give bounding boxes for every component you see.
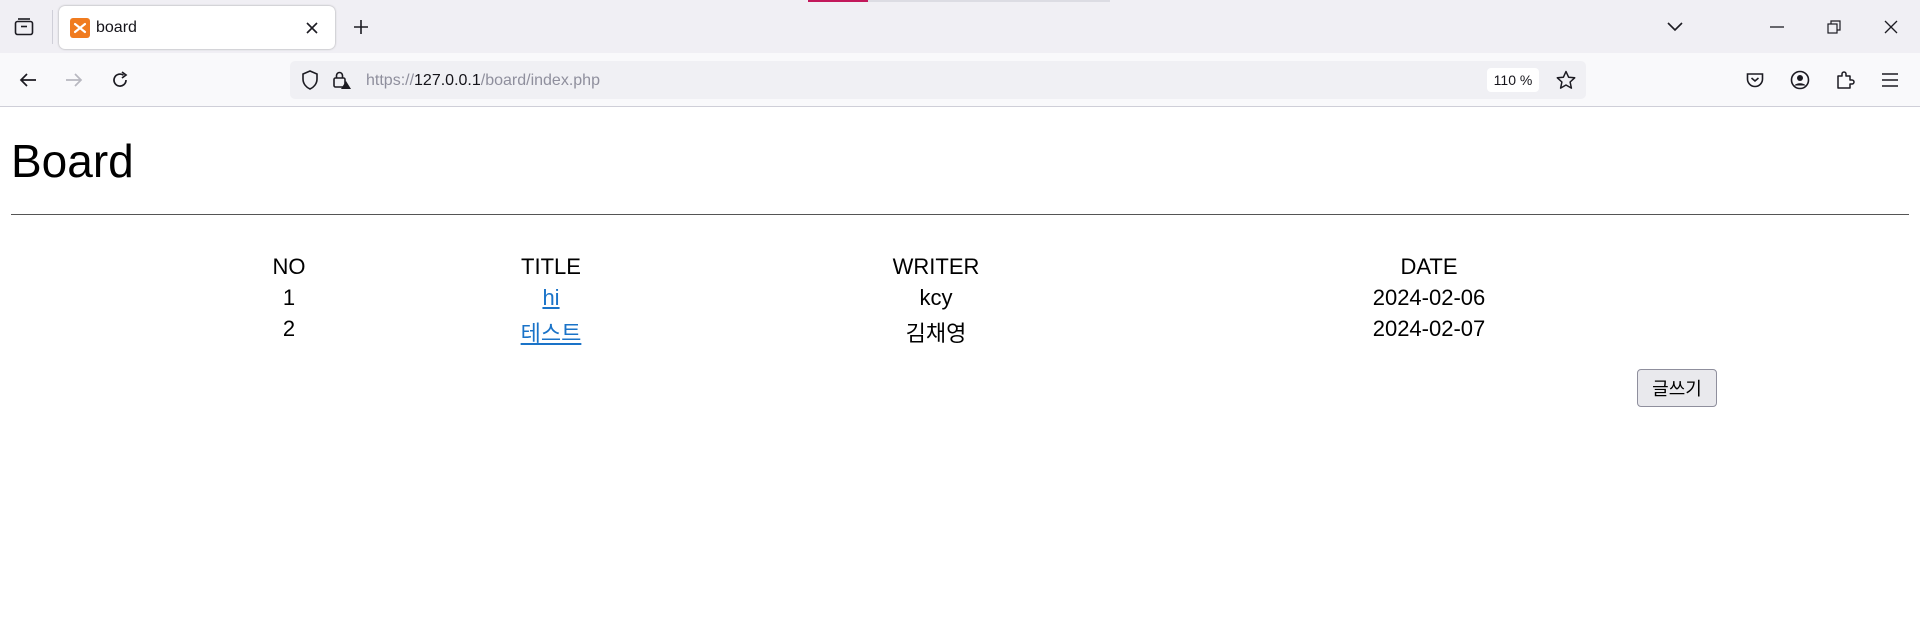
url-text[interactable]: https://127.0.0.1/board/index.php	[366, 71, 600, 91]
lock-icon[interactable]	[330, 68, 354, 92]
tab-close-icon[interactable]	[299, 15, 325, 41]
loading-indicator	[808, 0, 868, 2]
divider	[11, 214, 1909, 215]
url-scheme: https://	[366, 72, 415, 89]
zoom-indicator[interactable]: 110 %	[1487, 68, 1539, 92]
cell-title: 테스트	[491, 316, 611, 348]
tab-separator	[52, 10, 53, 44]
cell-title: hi	[491, 285, 611, 311]
restore-icon[interactable]	[1820, 13, 1848, 41]
tab-board[interactable]: board	[59, 6, 335, 49]
minimize-icon[interactable]	[1763, 13, 1791, 41]
url-path: /board/index.php	[480, 72, 600, 89]
new-tab-icon[interactable]	[347, 13, 375, 41]
page-content: Board NO TITLE WRITER DATE 1 hi kcy 2024…	[0, 107, 1920, 642]
header-writer: WRITER	[892, 254, 980, 279]
tab-strip-divider	[868, 0, 1110, 2]
menu-icon[interactable]	[1876, 66, 1904, 94]
write-button[interactable]: 글쓰기	[1637, 369, 1717, 407]
back-arrow-icon[interactable]	[14, 66, 42, 94]
tab-list-chevron-icon[interactable]	[1661, 13, 1689, 41]
account-icon[interactable]	[1786, 66, 1814, 94]
cell-writer: 김채영	[905, 321, 967, 346]
window-close-icon[interactable]	[1877, 13, 1905, 41]
cell-no: 1	[282, 285, 296, 310]
pocket-icon[interactable]	[1741, 66, 1769, 94]
bookmark-star-icon[interactable]	[1554, 68, 1578, 92]
extensions-icon[interactable]	[1831, 66, 1859, 94]
cell-writer: kcy	[919, 285, 953, 310]
shield-icon[interactable]	[298, 68, 322, 92]
url-host: 127.0.0.1	[414, 72, 481, 89]
forward-arrow-icon[interactable]	[60, 66, 88, 94]
header-title: TITLE	[521, 254, 581, 279]
post-title-link[interactable]: hi	[542, 285, 559, 310]
cell-date: 2024-02-07	[1372, 316, 1486, 341]
header-date: DATE	[1400, 254, 1458, 279]
tab-overview-icon[interactable]	[10, 13, 38, 41]
tab-strip: board	[0, 0, 1920, 53]
header-no: NO	[272, 254, 306, 279]
xampp-favicon-icon	[70, 18, 90, 38]
tab-title: board	[96, 19, 137, 36]
cell-no: 2	[282, 316, 296, 341]
post-title-link[interactable]: 테스트	[521, 321, 582, 346]
reload-icon[interactable]	[106, 66, 134, 94]
navigation-toolbar: https://127.0.0.1/board/index.php 110 %	[0, 53, 1920, 107]
page-title: Board	[11, 135, 134, 187]
cell-date: 2024-02-06	[1372, 285, 1486, 310]
url-bar[interactable]: https://127.0.0.1/board/index.php 110 %	[290, 61, 1586, 99]
